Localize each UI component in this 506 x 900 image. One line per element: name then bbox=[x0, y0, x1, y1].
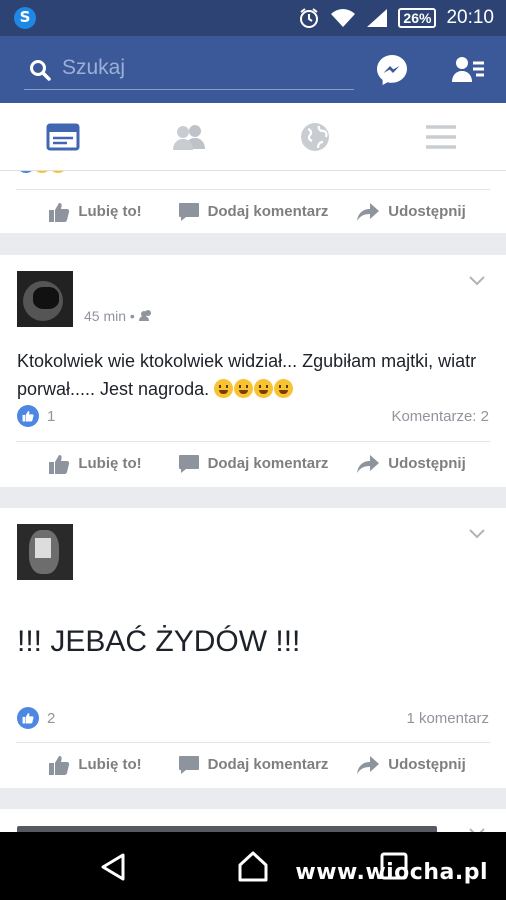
share-icon bbox=[357, 202, 380, 221]
thumbs-up-icon bbox=[49, 755, 70, 775]
clock: 20:10 bbox=[446, 7, 494, 28]
emoji-face-icon bbox=[274, 379, 294, 398]
app-notification-icon bbox=[14, 7, 36, 29]
share-button[interactable]: Udostępnij bbox=[332, 442, 490, 485]
like-count: 2 bbox=[47, 709, 56, 727]
tab-menu[interactable] bbox=[378, 103, 504, 171]
like-reaction-icon bbox=[17, 405, 39, 427]
emoji-face-icon bbox=[214, 379, 234, 398]
post-text: Ktokolwiek wie ktokolwiek widział... Zgu… bbox=[17, 351, 477, 399]
like-label: Lubię to! bbox=[78, 455, 142, 472]
like-count: 1 bbox=[47, 407, 56, 425]
share-icon bbox=[357, 454, 380, 473]
meta-separator: • bbox=[129, 308, 135, 324]
share-button[interactable]: Udostępnij bbox=[332, 743, 490, 786]
home-icon[interactable] bbox=[236, 850, 270, 884]
comment-icon bbox=[178, 755, 199, 774]
like-label: Lubię to! bbox=[78, 203, 142, 220]
share-button[interactable]: Udostępnij bbox=[332, 190, 490, 233]
post-time: 45 min bbox=[84, 308, 127, 324]
share-label: Udostępnij bbox=[388, 756, 466, 773]
post-actions: Lubię to! Dodaj komentarz Udostępnij bbox=[16, 189, 490, 233]
avatar[interactable] bbox=[17, 524, 73, 580]
emoji-face-icon bbox=[254, 379, 274, 398]
globe-icon bbox=[301, 123, 329, 151]
reaction-summary[interactable]: 1 Komentarze: 2 bbox=[17, 404, 489, 428]
tab-friends[interactable] bbox=[126, 103, 252, 171]
reaction-summary[interactable]: 2 1 komentarz bbox=[17, 706, 489, 730]
comment-button[interactable]: Dodaj komentarz bbox=[174, 743, 332, 786]
comment-icon bbox=[178, 454, 199, 473]
post-card-partial: Lubię to! Dodaj komentarz Udostępnij bbox=[0, 171, 506, 233]
share-label: Udostępnij bbox=[388, 203, 466, 220]
messenger-icon[interactable] bbox=[374, 52, 410, 88]
share-icon bbox=[357, 755, 380, 774]
back-icon[interactable] bbox=[96, 850, 130, 884]
comment-label: Dodaj komentarz bbox=[207, 756, 329, 773]
like-button[interactable]: Lubię to! bbox=[16, 743, 174, 786]
comment-button[interactable]: Dodaj komentarz bbox=[174, 190, 332, 233]
search-placeholder: Szukaj bbox=[62, 56, 126, 79]
post-card: !!! JEBAĆ ŻYDÓW !!! 2 1 komentarz Lubię … bbox=[0, 508, 506, 788]
alarm-icon bbox=[300, 8, 319, 28]
menu-icon bbox=[426, 125, 456, 149]
friend-requests-icon[interactable] bbox=[450, 52, 486, 88]
system-nav-bar: www.wiocha.pl bbox=[0, 832, 506, 900]
chevron-down-icon[interactable] bbox=[468, 275, 486, 287]
post-actions: Lubię to! Dodaj komentarz Udostępnij bbox=[16, 441, 490, 485]
watermark: www.wiocha.pl bbox=[295, 860, 488, 885]
thumbs-up-icon bbox=[49, 202, 70, 222]
like-reaction-icon bbox=[17, 707, 39, 729]
search-input[interactable]: Szukaj bbox=[24, 50, 354, 90]
search-icon bbox=[30, 60, 51, 81]
emoji-group bbox=[214, 379, 294, 399]
comment-label: Dodaj komentarz bbox=[207, 455, 329, 472]
post-card-partial bbox=[0, 809, 506, 832]
comment-label: Dodaj komentarz bbox=[207, 203, 329, 220]
friends-icon bbox=[173, 125, 205, 150]
post-actions: Lubię to! Dodaj komentarz Udostępnij bbox=[16, 742, 490, 786]
comment-icon bbox=[178, 202, 199, 221]
status-bar: 26% 20:10 bbox=[0, 0, 506, 36]
tab-bar bbox=[0, 103, 506, 171]
thumbs-up-icon bbox=[49, 454, 70, 474]
comment-count[interactable]: 1 komentarz bbox=[406, 710, 489, 727]
post-meta: 45 min • bbox=[84, 308, 153, 324]
comment-count[interactable]: Komentarze: 2 bbox=[391, 408, 489, 425]
comment-button[interactable]: Dodaj komentarz bbox=[174, 442, 332, 485]
post-card: 45 min • Ktokolwiek wie ktokolwiek widzi… bbox=[0, 255, 506, 487]
share-label: Udostępnij bbox=[388, 455, 466, 472]
news-feed: Lubię to! Dodaj komentarz Udostępnij 45 … bbox=[0, 171, 506, 832]
news-feed-icon bbox=[46, 123, 80, 151]
tab-notifications[interactable] bbox=[252, 103, 378, 171]
search-header: Szukaj bbox=[0, 36, 506, 103]
emoji-face-icon bbox=[234, 379, 254, 398]
avatar[interactable] bbox=[17, 271, 73, 327]
signal-icon bbox=[367, 9, 388, 27]
reaction-icons-partial bbox=[17, 171, 77, 175]
battery-indicator: 26% bbox=[398, 8, 437, 28]
tab-news-feed[interactable] bbox=[0, 103, 126, 171]
chevron-down-icon[interactable] bbox=[468, 528, 486, 540]
like-button[interactable]: Lubię to! bbox=[16, 442, 174, 485]
post-text: !!! JEBAĆ ŻYDÓW !!! bbox=[17, 625, 301, 658]
like-label: Lubię to! bbox=[78, 756, 142, 773]
wifi-icon bbox=[331, 9, 356, 27]
friends-privacy-icon bbox=[138, 310, 151, 321]
like-button[interactable]: Lubię to! bbox=[16, 190, 174, 233]
